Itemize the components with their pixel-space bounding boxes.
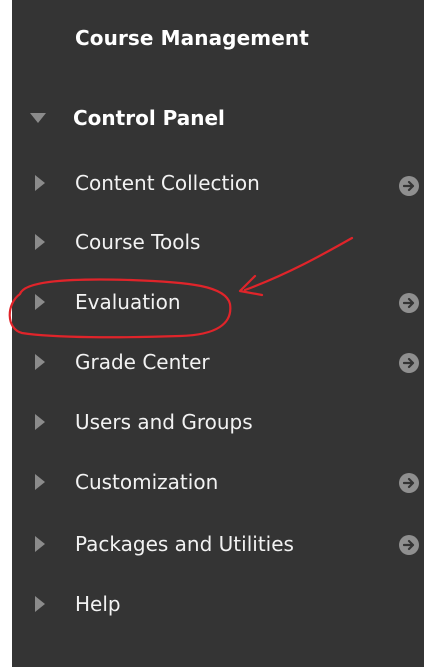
nav-item-label: Packages and Utilities <box>75 532 294 556</box>
course-management-title: Course Management <box>75 26 309 50</box>
grade-center-go-arrow-icon[interactable] <box>399 353 419 373</box>
nav-item-label: Customization <box>75 470 219 494</box>
nav-item-label: Content Collection <box>75 171 260 195</box>
annotation-arrow-head <box>238 274 264 297</box>
annotation-arrow-line <box>243 236 354 292</box>
nav-item-grade-center[interactable]: Grade Center <box>35 347 210 377</box>
nav-item-course-tools[interactable]: Course Tools <box>35 227 200 257</box>
nav-item-label: Evaluation <box>75 290 181 314</box>
triangle-right-icon <box>35 536 45 552</box>
control-panel-label: Control Panel <box>73 106 225 130</box>
triangle-right-icon <box>35 474 45 490</box>
nav-item-label: Users and Groups <box>75 410 253 434</box>
triangle-right-icon <box>35 354 45 370</box>
nav-item-content-collection[interactable]: Content Collection <box>35 168 260 198</box>
nav-item-users-and-groups[interactable]: Users and Groups <box>35 407 253 437</box>
nav-item-customization[interactable]: Customization <box>35 467 218 497</box>
content-collection-go-arrow-icon[interactable] <box>399 176 419 196</box>
control-panel-toggle[interactable]: Control Panel <box>30 106 225 130</box>
triangle-right-icon <box>35 596 45 612</box>
red-annotation-overlay <box>8 236 354 339</box>
nav-item-label: Help <box>75 592 121 616</box>
triangle-right-icon <box>35 175 45 191</box>
triangle-right-icon <box>35 414 45 430</box>
nav-item-help[interactable]: Help <box>35 589 121 619</box>
nav-item-label: Course Tools <box>75 230 201 254</box>
triangle-right-icon <box>35 234 45 250</box>
customization-go-arrow-icon[interactable] <box>399 473 419 493</box>
triangle-right-icon <box>35 294 45 310</box>
evaluation-go-arrow-icon[interactable] <box>399 293 419 313</box>
nav-item-label: Grade Center <box>75 350 210 374</box>
nav-item-packages-and-utilities[interactable]: Packages and Utilities <box>35 529 294 559</box>
left-white-strip <box>0 0 12 667</box>
course-management-panel: Course Management Control Panel Content … <box>0 0 424 667</box>
nav-item-evaluation[interactable]: Evaluation <box>35 287 181 317</box>
triangle-down-icon <box>30 113 46 123</box>
packages-and-utilities-go-arrow-icon[interactable] <box>399 535 419 555</box>
